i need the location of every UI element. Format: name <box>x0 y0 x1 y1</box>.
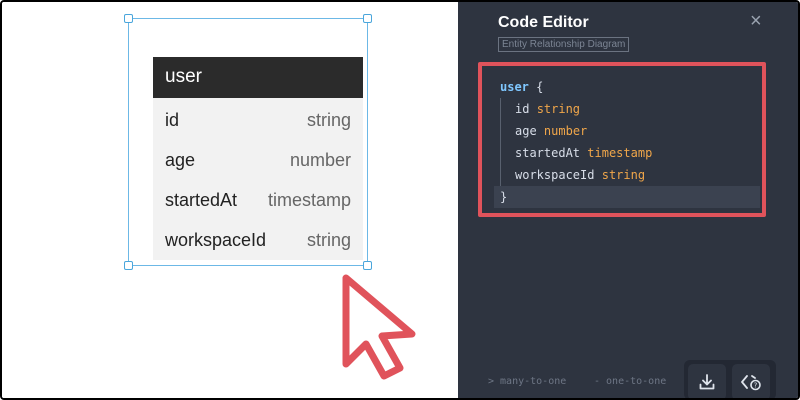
editor-title: Code Editor <box>498 14 589 31</box>
legend-many-to-one: > many-to-one <box>488 376 567 387</box>
code-type: timestamp <box>587 146 653 160</box>
editor-subtitle-badge: Entity Relationship Diagram <box>498 37 630 52</box>
entity-field-row: id string <box>153 100 363 140</box>
editor-action-group: ? <box>684 360 776 398</box>
field-type: number <box>289 149 351 170</box>
entity-field-row: age number <box>153 140 363 180</box>
code-area[interactable]: user { id string age number startedAt ti… <box>494 76 768 208</box>
code-line: id string <box>500 98 768 120</box>
resize-handle-top-left[interactable] <box>124 14 133 23</box>
code-type: number <box>543 124 588 138</box>
code-highlight-frame: user { id string age number startedAt ti… <box>478 62 766 217</box>
code-line: workspaceId string <box>500 164 768 186</box>
code-help-button[interactable]: ? <box>732 364 770 398</box>
code-field: age <box>515 124 537 138</box>
resize-handle-bottom-right[interactable] <box>363 261 372 270</box>
diagram-canvas[interactable]: user id string age number startedAt time… <box>2 2 458 398</box>
entity-field-row: startedAt timestamp <box>153 180 363 220</box>
entity-table-user[interactable]: user id string age number startedAt time… <box>153 57 363 260</box>
app-frame: user id string age number startedAt time… <box>0 0 800 400</box>
code-help-icon: ? <box>741 375 761 391</box>
code-field: workspaceId <box>515 168 595 182</box>
code-type: string <box>601 168 646 182</box>
field-type: timestamp <box>267 189 351 210</box>
entity-fields: id string age number startedAt timestamp… <box>153 98 363 260</box>
code-line-active: } <box>494 186 760 208</box>
code-line: user { <box>500 76 768 98</box>
code-field: startedAt <box>515 146 581 160</box>
download-icon <box>699 374 715 390</box>
field-type: string <box>306 229 351 250</box>
entity-field-row: workspaceId string <box>153 220 363 260</box>
code-line: startedAt timestamp <box>500 142 768 164</box>
close-icon[interactable]: × <box>750 11 762 31</box>
entity-header: user <box>153 57 363 98</box>
field-name: workspaceId <box>165 229 267 250</box>
field-type: string <box>306 109 351 130</box>
code-field: id <box>515 102 530 116</box>
svg-text:?: ? <box>754 382 758 390</box>
code-entity-name: user <box>500 80 529 94</box>
code-type: string <box>536 102 581 116</box>
resize-handle-bottom-left[interactable] <box>124 261 133 270</box>
pointer-cursor-icon <box>342 274 416 380</box>
code-line: age number <box>500 120 768 142</box>
legend-one-to-one: - one-to-one <box>594 376 667 387</box>
code-editor-panel: Code Editor Entity Relationship Diagram … <box>458 2 798 398</box>
field-name: startedAt <box>165 189 238 210</box>
field-name: age <box>165 149 196 170</box>
code-open-brace: { <box>536 80 544 94</box>
field-name: id <box>165 109 180 130</box>
resize-handle-top-right[interactable] <box>363 14 372 23</box>
download-button[interactable] <box>688 364 726 398</box>
code-close-brace: } <box>500 190 508 204</box>
